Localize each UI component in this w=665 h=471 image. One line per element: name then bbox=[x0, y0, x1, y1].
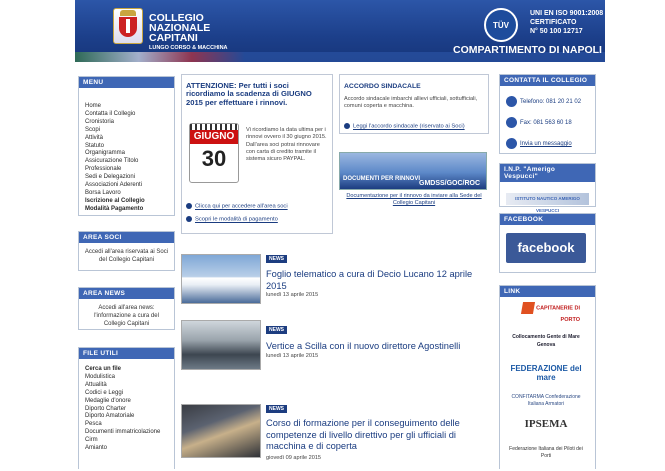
menu-item-statuto[interactable]: Statuto bbox=[79, 143, 174, 151]
inp-logo[interactable]: ISTITUTO NAUTICO AMERIGO VESPUCCI bbox=[506, 193, 589, 213]
news-title[interactable]: Corso di formazione per il conseguimento… bbox=[266, 418, 486, 453]
banner-line1: DOCUMENTI PER RINNOVI bbox=[343, 176, 421, 182]
modalita-pagamento-link[interactable]: Scopri le modalità di pagamento bbox=[186, 216, 278, 223]
file-utili-heading: FILE UTILI bbox=[79, 348, 174, 360]
news-date: lunedì 13 aprile 2015 bbox=[266, 353, 319, 359]
file-utili-box: FILE UTILI Cerca un file Modulistica Att… bbox=[78, 347, 175, 469]
facebook-heading: FACEBOOK bbox=[500, 214, 595, 226]
news-badge: NEWS bbox=[266, 405, 287, 413]
arrow-icon bbox=[344, 123, 350, 129]
link-ipsema[interactable]: IPSEMA bbox=[506, 417, 586, 442]
area-soci-text[interactable]: Accedi all'area riservata ai Soci del Co… bbox=[79, 244, 174, 264]
calendar-icon: GIUGNO 30 bbox=[189, 123, 239, 183]
facebook-button[interactable]: facebook bbox=[506, 233, 586, 263]
menu-item-home[interactable]: Home bbox=[79, 103, 174, 111]
menu-item-iscrizione[interactable]: Iscrizione al Collegio bbox=[79, 198, 174, 206]
menu-item-attivita[interactable]: Attività bbox=[79, 135, 174, 143]
file-item-cirm[interactable]: Cirm bbox=[79, 437, 174, 445]
news-image-bridge[interactable] bbox=[181, 404, 261, 458]
email-link[interactable]: Invia un messaggio bbox=[506, 138, 572, 149]
area-news-box[interactable]: AREA NEWS Accedi all'area news: l'inform… bbox=[78, 287, 175, 330]
area-soci-box[interactable]: AREA SOCI Accedi all'area riservata ai S… bbox=[78, 231, 175, 271]
accordo-link[interactable]: Leggi l'accordo sindacale (riservato ai … bbox=[344, 123, 465, 130]
file-item-modulistica[interactable]: Modulistica bbox=[79, 374, 174, 382]
link-heading: LINK bbox=[500, 286, 595, 298]
menu-list: Home Contatta il Collegio Cronistoria Sc… bbox=[79, 89, 174, 214]
calendar-day: 30 bbox=[201, 146, 227, 171]
documenti-rinnovi-banner[interactable]: DOCUMENTI PER RINNOVI GMDSS/GOC/ROC bbox=[339, 152, 487, 190]
menu-item-scopi[interactable]: Scopi bbox=[79, 127, 174, 135]
crown-icon bbox=[120, 10, 136, 16]
attenzione-title: ATTENZIONE: Per tutti i soci ricordiamo … bbox=[186, 81, 312, 107]
accordo-box: ACCORDO SINDACALE Accordo sindacale imba… bbox=[339, 74, 489, 134]
attenzione-text: Vi ricordiamo la data ultima per i rinno… bbox=[246, 127, 327, 163]
menu-item-cronistoria[interactable]: Cronistoria bbox=[79, 119, 174, 127]
file-item-codici[interactable]: Codici e Leggi bbox=[79, 390, 174, 398]
area-news-text[interactable]: Accedi all'area news: l'informazione a c… bbox=[79, 300, 174, 328]
link-collocamento[interactable]: Collocamento Gente di Mare Genova bbox=[506, 333, 586, 358]
news-badge: NEWS bbox=[266, 255, 287, 263]
banner-caption-link[interactable]: Documentazione per il rinnovo da inviare… bbox=[339, 193, 489, 207]
menu-item-organigramma[interactable]: Organigramma bbox=[79, 150, 174, 158]
tuv-certification-icon: TÜV bbox=[484, 8, 518, 42]
file-item-medaglie[interactable]: Medaglie d'onore bbox=[79, 398, 174, 406]
inp-box: I.N.P. "Amerigo Vespucci" ISTITUTO NAUTI… bbox=[499, 163, 596, 213]
shield-icon bbox=[119, 17, 137, 37]
contatta-heading: CONTATTA IL COLLEGIO bbox=[500, 75, 595, 87]
iso-line1: UNI EN ISO 9001:2008 bbox=[530, 10, 604, 17]
area-news-heading: AREA NEWS bbox=[79, 288, 174, 300]
link-piloti[interactable]: Federazione Italiana dei Piloti dei Port… bbox=[506, 446, 586, 471]
menu-item-borsa-lavoro[interactable]: Borsa Lavoro bbox=[79, 190, 174, 198]
file-item-pesca[interactable]: Pesca bbox=[79, 421, 174, 429]
file-item-cerca[interactable]: Cerca un file bbox=[79, 366, 174, 374]
attenzione-box: ATTENZIONE: Per tutti i soci ricordiamo … bbox=[181, 74, 333, 234]
link-federazione-mare[interactable]: FEDERAZIONE del mare bbox=[506, 364, 586, 389]
email-icon bbox=[506, 138, 517, 149]
menu-item-sedi[interactable]: Sedi e Delegazioni bbox=[79, 174, 174, 182]
file-item-documenti[interactable]: Documenti immatricolazione bbox=[79, 429, 174, 437]
capitanerie-logo-icon bbox=[521, 302, 536, 314]
news-badge: NEWS bbox=[266, 326, 287, 334]
site-subtitle: LUNGO CORSO & MACCHINA bbox=[149, 45, 228, 51]
menu-heading: MENU bbox=[79, 77, 174, 89]
news-image-meeting[interactable] bbox=[181, 320, 261, 370]
menu-item-assicurazione[interactable]: Assicurazione Titolo Professionale bbox=[79, 158, 174, 174]
menu-item-modalita-pagamento[interactable]: Modalità Pagamento bbox=[79, 206, 174, 214]
menu-box: MENU Home Contatta il Collegio Cronistor… bbox=[78, 76, 175, 216]
news-title[interactable]: Foglio telematico a cura di Decio Lucano… bbox=[266, 269, 486, 292]
fax-row: Fax: 081 563 60 18 bbox=[506, 117, 572, 128]
telefono-row: Telefono: 081 20 21 02 bbox=[506, 96, 581, 107]
contatta-box: CONTATTA IL COLLEGIO Telefono: 081 20 21… bbox=[499, 74, 596, 154]
inp-heading: I.N.P. "Amerigo Vespucci" bbox=[500, 164, 595, 183]
accordo-title: ACCORDO SINDACALE bbox=[344, 83, 421, 90]
collegio-logo[interactable] bbox=[113, 8, 143, 44]
menu-item-associazioni[interactable]: Associazioni Aderenti bbox=[79, 182, 174, 190]
file-item-amianto[interactable]: Amianto bbox=[79, 445, 174, 453]
file-item-diporto-amatoriale[interactable]: Diporto Amatoriale bbox=[79, 413, 174, 421]
file-utili-list: Cerca un file Modulistica Attualità Codi… bbox=[79, 360, 174, 453]
news-title[interactable]: Vertice a Scilla con il nuovo direttore … bbox=[266, 341, 486, 353]
link-capitanerie[interactable]: CAPITANERIE DI PORTO bbox=[506, 302, 586, 327]
iso-line2: CERTIFICATO bbox=[530, 19, 577, 26]
news-date: lunedì 13 aprile 2015 bbox=[266, 292, 319, 298]
news-image-ship[interactable] bbox=[181, 254, 261, 304]
area-soci-heading: AREA SOCI bbox=[79, 232, 174, 244]
fax-icon bbox=[506, 117, 517, 128]
area-soci-link[interactable]: Clicca qui per accedere all'area soci bbox=[186, 203, 288, 210]
arrow-icon bbox=[186, 216, 192, 222]
site-title-line3: CAPITANI bbox=[149, 32, 198, 44]
calendar-month: GIUGNO bbox=[190, 130, 238, 144]
arrow-icon bbox=[186, 203, 192, 209]
file-item-diporto-charter[interactable]: Diporto Charter bbox=[79, 406, 174, 414]
link-confitarma[interactable]: CONFITARMA Confederazione Italiana Armat… bbox=[506, 394, 586, 419]
site-header: COLLEGIO NAZIONALE CAPITANI LUNGO CORSO … bbox=[75, 0, 605, 62]
news-date: giovedì 09 aprile 2015 bbox=[266, 455, 322, 461]
menu-item-contatta[interactable]: Contatta il Collegio bbox=[79, 111, 174, 119]
file-item-attualita[interactable]: Attualità bbox=[79, 382, 174, 390]
phone-icon bbox=[506, 96, 517, 107]
compartimento-label: COMPARTIMENTO DI NAPOLI bbox=[453, 44, 602, 56]
iso-line3: N° 50 100 12717 bbox=[530, 28, 583, 35]
accordo-text: Accordo sindacale imbarchi allievi uffic… bbox=[344, 96, 478, 110]
banner-line2: GMDSS/GOC/ROC bbox=[419, 180, 481, 187]
